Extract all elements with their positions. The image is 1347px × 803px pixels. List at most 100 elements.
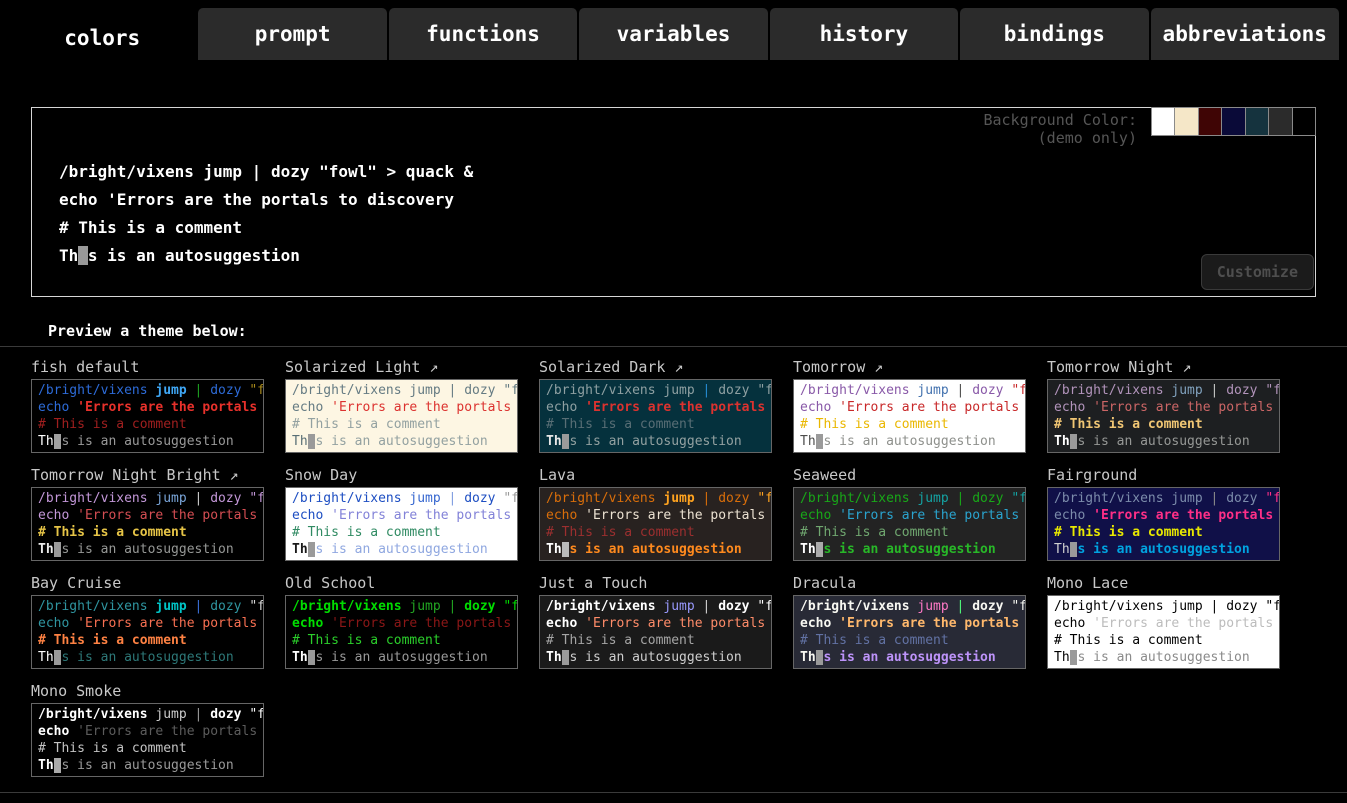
token-autosuggestion: s is an autosuggestion <box>315 650 487 665</box>
themes-grid: fish default/bright/vixens jump | dozy "… <box>31 356 1280 777</box>
token-cmd: dozy <box>464 599 503 614</box>
background-swatch-0[interactable] <box>1151 107 1176 136</box>
code-line: /bright/vixens jump | dozy "fowl" > quac… <box>800 598 1019 615</box>
code-line: /bright/vixens jump | dozy "fowl" > quac… <box>546 382 765 399</box>
background-swatch-3[interactable] <box>1221 107 1246 136</box>
code-line: This is an autosuggestion <box>38 649 257 666</box>
theme-label-solarized-dark[interactable]: Solarized Dark ↗ <box>539 356 772 379</box>
token-pipe: | <box>949 491 972 506</box>
tab-bar: colorspromptfunctionsvariableshistorybin… <box>0 0 1347 62</box>
tab-variables[interactable]: variables <box>579 8 767 60</box>
code-line: # This is a comment <box>38 524 257 541</box>
theme-cell-solarized-light: Solarized Light ↗/bright/vixens jump | d… <box>285 356 518 453</box>
theme-name: Mono Smoke <box>31 682 121 700</box>
background-swatch-5[interactable] <box>1268 107 1293 136</box>
external-link-icon: ↗ <box>221 466 239 484</box>
theme-card-tomorrow[interactable]: /bright/vixens jump | dozy "fowl" > quac… <box>793 379 1026 453</box>
token-param: jump <box>155 599 186 614</box>
theme-label-tomorrow[interactable]: Tomorrow ↗ <box>793 356 1026 379</box>
tab-history[interactable]: history <box>770 8 958 60</box>
tab-abbreviations[interactable]: abbreviations <box>1151 8 1339 60</box>
theme-card-dracula[interactable]: /bright/vixens jump | dozy "fowl" > quac… <box>793 595 1026 669</box>
code-line: This is an autosuggestion <box>292 433 511 450</box>
token-param: jump <box>155 491 186 506</box>
code-line: This is an autosuggestion <box>800 649 1019 666</box>
token-pipe: | <box>1203 491 1226 506</box>
preview-heading: Preview a theme below: <box>48 322 247 340</box>
background-swatch-1[interactable] <box>1174 107 1199 136</box>
token-autosuggestion: s is an autosuggestion <box>315 542 487 557</box>
theme-card-just-a-touch[interactable]: /bright/vixens jump | dozy "fowl" > quac… <box>539 595 772 669</box>
theme-name: Dracula <box>793 574 856 592</box>
theme-card-tomorrow-night-bright[interactable]: /bright/vixens jump | dozy "fowl" > quac… <box>31 487 264 561</box>
background-swatch-2[interactable] <box>1198 107 1223 136</box>
theme-card-lava[interactable]: /bright/vixens jump | dozy "fowl" > quac… <box>539 487 772 561</box>
token-cmd: echo <box>546 616 585 631</box>
token-err: 'Errors are the portals to discovery <box>77 724 264 739</box>
token-pipe: | <box>695 383 718 398</box>
token-pipe: | <box>949 599 972 614</box>
code-line: # This is a comment <box>800 632 1019 649</box>
theme-card-seaweed[interactable]: /bright/vixens jump | dozy "fowl" > quac… <box>793 487 1026 561</box>
code-line: # This is a comment <box>800 416 1019 433</box>
theme-card-bay-cruise[interactable]: /bright/vixens jump | dozy "fowl" > quac… <box>31 595 264 669</box>
tab-colors[interactable]: colors <box>8 8 196 68</box>
theme-label-dracula: Dracula <box>793 572 1026 595</box>
code-line: /bright/vixens jump | dozy "fowl" > quac… <box>38 382 257 399</box>
theme-card-snow-day[interactable]: /bright/vixens jump | dozy "fowl" > quac… <box>285 487 518 561</box>
theme-card-mono-lace[interactable]: /bright/vixens jump | dozy "fowl" > quac… <box>1047 595 1280 669</box>
token-autosuggestion: s is an autosuggestion <box>569 650 741 665</box>
token-err: 'Errors are the portals to discovery <box>585 508 772 523</box>
theme-label-tomorrow-night[interactable]: Tomorrow Night ↗ <box>1047 356 1280 379</box>
background-color-label-line2: (demo only) <box>983 129 1137 147</box>
code-line: /bright/vixens jump | dozy "fowl" > quac… <box>800 490 1019 507</box>
customize-button[interactable]: Customize <box>1201 254 1314 290</box>
theme-label-tomorrow-night-bright[interactable]: Tomorrow Night Bright ↗ <box>31 464 264 487</box>
token-quote: "fowl" <box>757 491 772 506</box>
token-autosuggestion: s is an autosuggestion <box>61 758 233 773</box>
theme-card-fairground[interactable]: /bright/vixens jump | dozy "fowl" > quac… <box>1047 487 1280 561</box>
tab-functions[interactable]: functions <box>389 8 577 60</box>
theme-card-tomorrow-night[interactable]: /bright/vixens jump | dozy "fowl" > quac… <box>1047 379 1280 453</box>
code-line: echo 'Errors are the portals to discover… <box>1054 615 1273 632</box>
token-comment: # This is a comment <box>1054 633 1203 648</box>
theme-cell-tomorrow-night: Tomorrow Night ↗/bright/vixens jump | do… <box>1047 356 1280 453</box>
background-swatch-4[interactable] <box>1245 107 1270 136</box>
token-param: jump <box>409 599 440 614</box>
theme-card-solarized-dark[interactable]: /bright/vixens jump | dozy "fowl" > quac… <box>539 379 772 453</box>
token-pipe: | <box>441 491 464 506</box>
theme-card-fish-default[interactable]: /bright/vixens jump | dozy "fowl" > quac… <box>31 379 264 453</box>
theme-card-solarized-light[interactable]: /bright/vixens jump | dozy "fowl" > quac… <box>285 379 518 453</box>
theme-card-mono-smoke[interactable]: /bright/vixens jump | dozy "fowl" > quac… <box>31 703 264 777</box>
background-swatches <box>1152 107 1317 136</box>
theme-label-solarized-light[interactable]: Solarized Light ↗ <box>285 356 518 379</box>
code-line: # This is a comment <box>292 524 511 541</box>
code-line: /bright/vixens jump | dozy "fowl" > quac… <box>59 158 473 186</box>
code-line: This is an autosuggestion <box>1054 433 1273 450</box>
token-param: jump <box>917 491 948 506</box>
token-cmd: /bright/vixens <box>800 491 917 506</box>
code-line: # This is a comment <box>1054 416 1273 433</box>
theme-name: Seaweed <box>793 466 856 484</box>
token-cmd: echo <box>38 508 77 523</box>
code-line: echo 'Errors are the portals to discover… <box>38 399 257 416</box>
token-err: 'Errors are the portals to discovery <box>1093 616 1280 631</box>
theme-name: Bay Cruise <box>31 574 121 592</box>
theme-card-old-school[interactable]: /bright/vixens jump | dozy "fowl" > quac… <box>285 595 518 669</box>
token-text: Th <box>546 434 562 449</box>
token-pipe: | <box>242 162 271 181</box>
tab-prompt[interactable]: prompt <box>198 8 386 60</box>
theme-name: Lava <box>539 466 575 484</box>
code-line: /bright/vixens jump | dozy "fowl" > quac… <box>292 490 511 507</box>
code-line: echo 'Errors are the portals to discover… <box>546 615 765 632</box>
token-err: 'Errors are the portals to discovery <box>1093 508 1280 523</box>
token-pipe: | <box>441 383 464 398</box>
background-swatch-6[interactable] <box>1292 107 1317 136</box>
code-line: This is an autosuggestion <box>59 242 473 270</box>
code-line: echo 'Errors are the portals to discover… <box>546 399 765 416</box>
theme-name: Solarized Dark <box>539 358 665 376</box>
code-line: /bright/vixens jump | dozy "fowl" > quac… <box>546 490 765 507</box>
code-line: echo 'Errors are the portals to discover… <box>292 507 511 524</box>
token-cmd: dozy <box>464 491 503 506</box>
tab-bindings[interactable]: bindings <box>960 8 1148 60</box>
